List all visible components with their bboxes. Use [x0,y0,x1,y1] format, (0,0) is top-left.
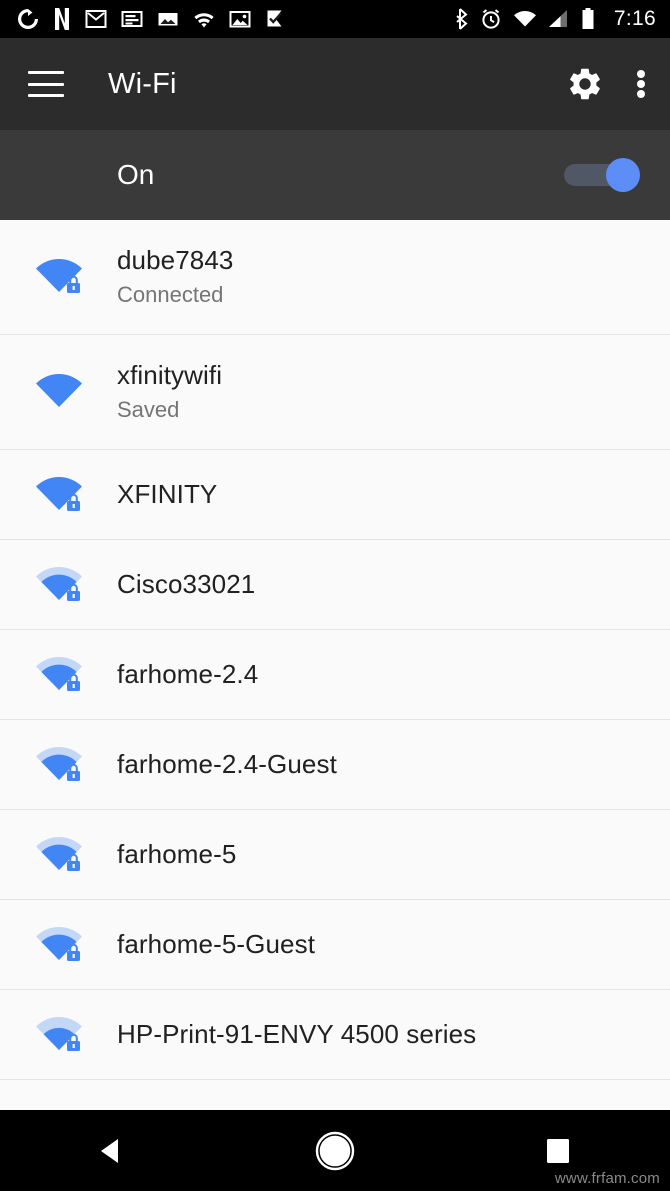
wifi-signal-3-lock-icon [0,744,117,786]
wifi-network-name: Cisco33021 [117,569,256,600]
wifi-network-text: xfinitywifi Saved [117,359,222,424]
wifi-network-row-partial[interactable] [0,1080,670,1106]
wifi-network-row[interactable]: farhome-5 [0,810,670,900]
wifi-network-text: farhome-2.4 [117,658,258,691]
wifi-network-text: farhome-2.4-Guest [117,748,337,781]
back-button[interactable] [52,1110,172,1191]
gear-icon[interactable] [566,65,604,103]
alarm-clock-icon [482,9,500,29]
wifi-network-status: Saved [117,396,180,422]
system-navigation-bar: www.frfam.com [0,1110,670,1191]
site-watermark: www.frfam.com [554,1170,660,1187]
wifi-toggle-switch[interactable] [564,158,640,192]
wifi-signal-3-lock-icon [0,564,117,606]
wifi-network-name: HP-Print-91-ENVY 4500 series [117,1019,477,1050]
wifi-network-row[interactable]: xfinitywifi Saved [0,335,670,450]
home-circle-icon [315,1131,355,1170]
bluetooth-icon [456,8,468,30]
hamburger-menu-icon[interactable] [28,71,64,97]
wifi-signal-icon [513,10,536,27]
status-bar-clock: 7:16 [613,7,656,30]
wifi-network-text: farhome-5 [117,838,236,871]
wifi-network-name: dube7843 [117,245,234,276]
page-title: Wi-Fi [108,67,177,100]
wifi-network-text: Cisco33021 [117,568,255,601]
status-bar: 7:16 [0,0,670,38]
gallery-image-icon [229,11,251,28]
wifi-network-row[interactable]: farhome-2.4-Guest [0,720,670,810]
wifi-notification-icon [194,13,214,28]
notification-icons [16,7,286,31]
wifi-network-row[interactable]: HP-Print-91-ENVY 4500 series [0,990,670,1080]
back-triangle-icon [100,1138,118,1163]
wifi-network-row[interactable]: farhome-2.4 [0,630,670,720]
wifi-signal-3-lock-icon [0,654,117,696]
wifi-network-text: dube7843 Connected [117,244,233,309]
wifi-network-row[interactable]: XFINITY [0,450,670,540]
android-wifi-settings-screen: 7:16 Wi-Fi On dube7843 Connected xfinity… [0,0,670,1191]
app-bar-actions [566,65,646,103]
wifi-network-name: farhome-2.4 [117,659,259,690]
wifi-toggle-row[interactable]: On [0,130,670,220]
wifi-network-name: farhome-2.4-Guest [117,749,337,780]
wifi-network-name: farhome-5 [117,839,237,870]
wifi-signal-4-open-icon [0,371,117,413]
photo-icon [158,13,178,26]
wifi-network-row[interactable]: dube7843 Connected [0,220,670,335]
sync-circle-icon [18,9,38,29]
wifi-signal-4-lock-icon [0,256,117,298]
more-vertical-icon[interactable] [636,65,646,103]
wifi-signal-4-lock-icon [0,474,117,516]
wifi-network-status: Connected [117,281,224,307]
checkmark-flag-icon [267,10,282,27]
wifi-network-text: farhome-5-Guest [117,928,315,961]
wifi-network-name: XFINITY [117,479,218,510]
wifi-signal-3-lock-icon [0,924,117,966]
wifi-network-name: xfinitywifi [117,360,223,391]
home-button[interactable] [275,1110,395,1191]
gmail-icon [85,10,107,28]
netflix-icon [55,8,69,30]
wifi-network-row[interactable]: Cisco33021 [0,540,670,630]
news-article-icon [121,11,143,27]
switch-thumb [606,158,640,192]
battery-icon [582,8,594,29]
system-status-icons: 7:16 [453,7,656,31]
wifi-network-list[interactable]: dube7843 Connected xfinitywifi Saved XFI… [0,220,670,1110]
recents-square-icon [547,1138,570,1163]
wifi-network-row[interactable]: farhome-5-Guest [0,900,670,990]
wifi-toggle-label: On [117,159,155,190]
wifi-signal-3-lock-icon [0,834,117,876]
cellular-signal-icon [548,10,567,27]
wifi-signal-2-lock-icon [0,1014,117,1056]
wifi-network-name: farhome-5-Guest [117,929,316,960]
wifi-network-text: XFINITY [117,478,217,511]
app-bar: Wi-Fi [0,38,670,130]
wifi-network-text: HP-Print-91-ENVY 4500 series [117,1018,476,1051]
